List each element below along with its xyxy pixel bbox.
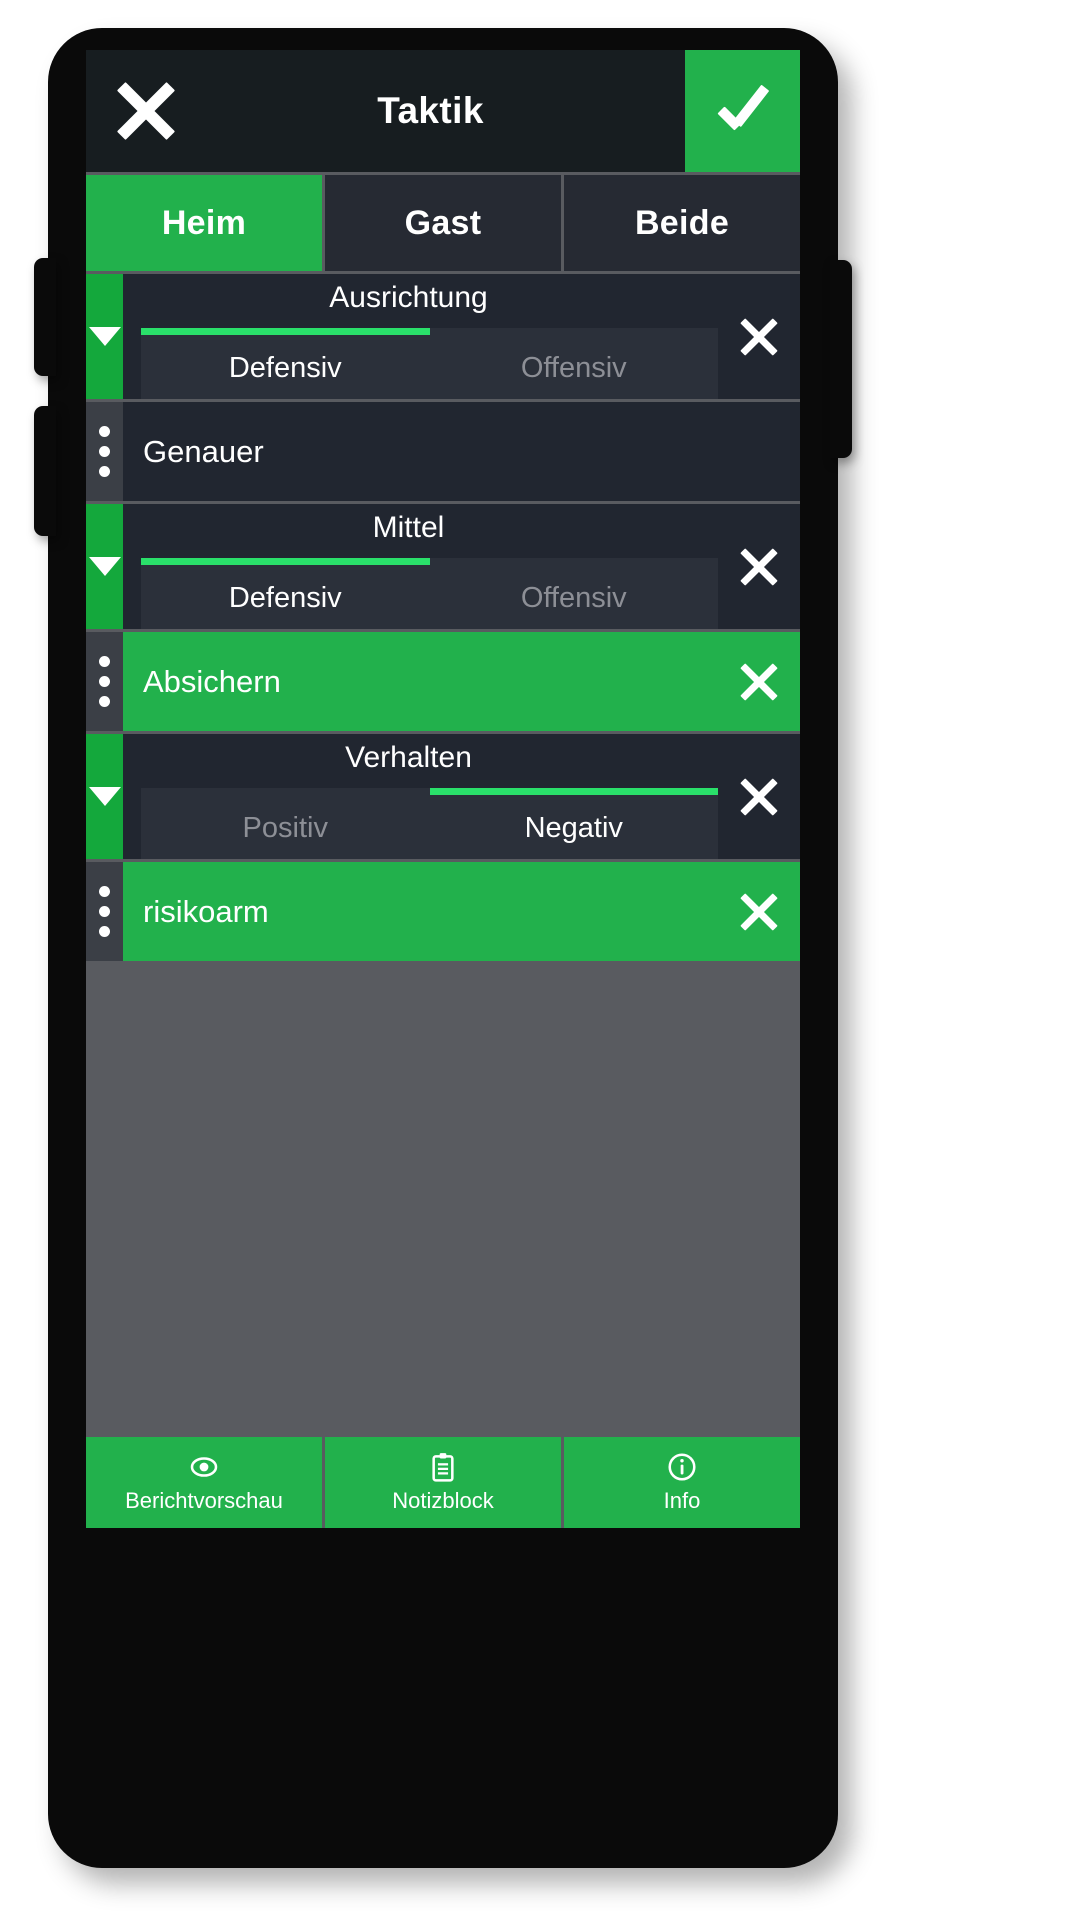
bottom-item-berichtvorschau[interactable]: Berichtvorschau: [86, 1437, 322, 1528]
close-x-icon: [739, 662, 779, 702]
slider-caption: Ausrichtung: [329, 281, 488, 314]
slider-right-label: Offensiv: [520, 582, 627, 614]
bottom-item-notizblock[interactable]: Notizblock: [325, 1437, 561, 1528]
slider-left-label: Defensiv: [228, 582, 342, 614]
slider-body[interactable]: Verhalten Positiv Negativ: [123, 734, 718, 859]
kebab-menu-icon: [99, 656, 110, 707]
volume-down-button[interactable]: [34, 406, 56, 536]
slider-track: [141, 328, 718, 335]
phone-screen: Taktik Heim Gast Beide Ausrichtung Defen…: [86, 50, 800, 1528]
tab-gast-label: Gast: [404, 203, 482, 242]
slider-labels: Defensiv Offensiv: [141, 352, 718, 385]
close-x-icon: [739, 317, 779, 357]
team-tab-bar: Heim Gast Beide: [86, 172, 800, 271]
row-menu-handle[interactable]: [86, 632, 123, 731]
tab-heim[interactable]: Heim: [86, 175, 322, 271]
slider-fill: [141, 328, 430, 335]
slider-right-label: Offensiv: [520, 352, 627, 384]
title-bar: Taktik: [86, 50, 800, 172]
kebab-menu-icon: [99, 886, 110, 937]
row-remove-button[interactable]: [718, 734, 800, 859]
close-x-icon: [739, 892, 779, 932]
kebab-menu-icon: [99, 426, 110, 477]
row-expand-handle[interactable]: [86, 274, 123, 399]
slider-fill: [429, 788, 718, 795]
confirm-button[interactable]: [685, 50, 800, 172]
tab-gast[interactable]: Gast: [325, 175, 561, 271]
slider-main: Ausrichtung Defensiv Offensiv: [123, 274, 718, 399]
slider-left-label: Defensiv: [228, 352, 342, 384]
row-label[interactable]: risikoarm: [123, 862, 718, 961]
tactics-row-absichern: Absichern: [86, 632, 800, 731]
slider-labels: Defensiv Offensiv: [141, 582, 718, 615]
bottom-item-info[interactable]: Info: [564, 1437, 800, 1528]
slider-caption: Verhalten: [345, 741, 472, 774]
slider-main: Verhalten Positiv Negativ: [123, 734, 718, 859]
triangle-down-icon: [88, 787, 121, 806]
tab-heim-label: Heim: [161, 203, 247, 242]
close-x-icon: [739, 777, 779, 817]
row-remove-button[interactable]: [718, 862, 800, 961]
tactics-row-ausrichtung: Ausrichtung Defensiv Offensiv: [86, 274, 800, 399]
tactics-row-verhalten: Verhalten Positiv Negativ: [86, 734, 800, 859]
slider-zone[interactable]: Defensiv Offensiv: [141, 558, 718, 629]
slider-left-label: Positiv: [242, 812, 328, 844]
bottom-item-label: Berichtvorschau: [125, 1488, 283, 1513]
slider-track: [141, 558, 718, 565]
empty-list-area: [86, 961, 800, 1434]
slider-body[interactable]: Ausrichtung Defensiv Offensiv: [123, 274, 718, 399]
tactics-row-genauer: Genauer: [86, 402, 800, 501]
tactics-row-mittel: Mittel Defensiv Offensiv: [86, 504, 800, 629]
bottom-item-label: Notizblock: [392, 1488, 494, 1513]
row-menu-handle[interactable]: [86, 862, 123, 961]
volume-up-button[interactable]: [34, 258, 56, 376]
power-button[interactable]: [830, 260, 852, 458]
bottom-item-label: Info: [663, 1488, 701, 1513]
slider-fill: [141, 558, 430, 565]
row-remove-button[interactable]: [718, 632, 800, 731]
close-button[interactable]: [86, 50, 206, 172]
close-x-icon: [739, 547, 779, 587]
slider-zone[interactable]: Defensiv Offensiv: [141, 328, 718, 399]
slider-right-label: Negativ: [524, 812, 623, 844]
triangle-down-icon: [88, 327, 121, 346]
eye-icon: [190, 1457, 218, 1477]
row-remove-button[interactable]: [718, 504, 800, 629]
triangle-down-icon: [88, 557, 121, 576]
row-expand-handle[interactable]: [86, 734, 123, 859]
tab-beide-label: Beide: [634, 203, 730, 242]
tactics-row-risikoarm: risikoarm: [86, 862, 800, 961]
row-label[interactable]: Absichern: [123, 632, 718, 731]
page-title: Taktik: [377, 90, 484, 131]
phone-device-frame: Taktik Heim Gast Beide Ausrichtung Defen…: [34, 28, 852, 1868]
row-remove-button[interactable]: [718, 274, 800, 399]
slider-body[interactable]: Mittel Defensiv Offensiv: [123, 504, 718, 629]
tab-beide[interactable]: Beide: [564, 175, 800, 271]
slider-caption: Mittel: [372, 511, 445, 544]
slider-labels: Positiv Negativ: [141, 812, 718, 845]
row-expand-handle[interactable]: [86, 504, 123, 629]
info-circle-icon: [668, 1453, 696, 1481]
slider-main: Mittel Defensiv Offensiv: [123, 504, 718, 629]
close-x-icon: [118, 83, 174, 139]
clipboard-icon: [432, 1453, 454, 1482]
slider-track: [141, 788, 718, 795]
bottom-toolbar: Berichtvorschau Notizblock Info: [86, 1434, 800, 1528]
row-menu-handle[interactable]: [86, 402, 123, 501]
checkmark-icon: [715, 83, 771, 139]
row-label[interactable]: Genauer: [123, 402, 800, 501]
slider-zone[interactable]: Positiv Negativ: [141, 788, 718, 859]
tactics-rows-list: Ausrichtung Defensiv Offensiv Genauer Mi…: [86, 271, 800, 1434]
